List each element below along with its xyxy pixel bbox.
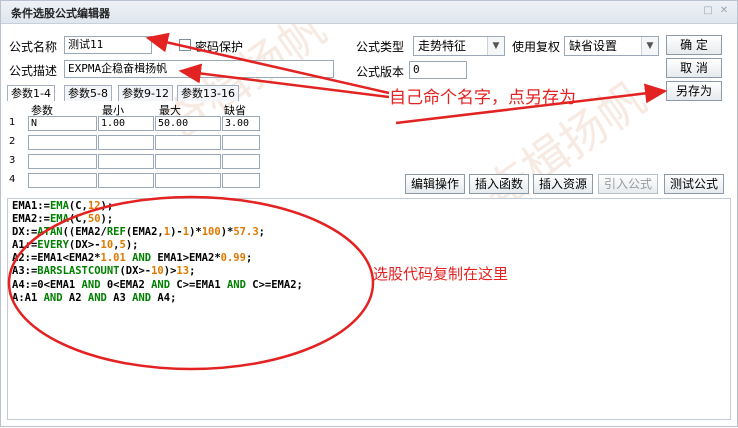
arrow-to-desc (178, 63, 390, 99)
arrow-to-name (145, 32, 390, 95)
arrow-to-saveas (395, 83, 668, 125)
code-highlight-ellipse (7, 195, 375, 371)
annotation-overlay (7, 32, 668, 371)
formula-editor-window: 奋楫扬帆 奋楫扬帆 奋楫扬帆 奋楫扬帆 条件选股公式编辑器 □ ✕ 公式名称 测… (0, 0, 738, 427)
